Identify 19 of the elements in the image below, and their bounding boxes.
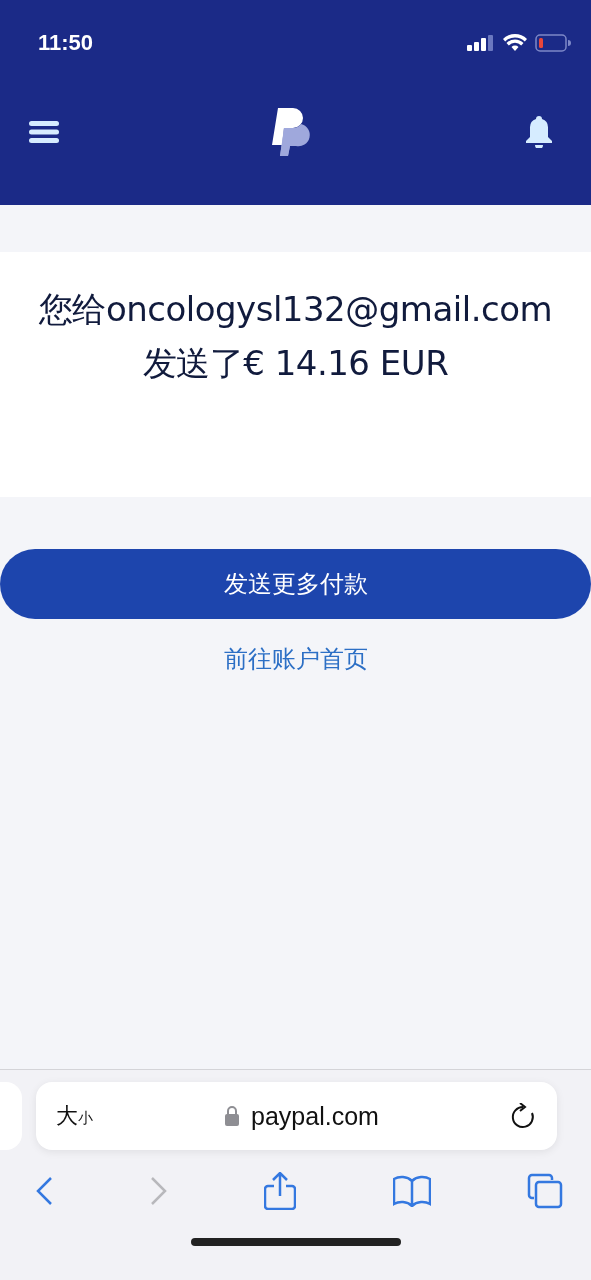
confirmation-message: 您给oncologysl132@gmail.com发送了€ 14.16 EUR: [37, 288, 554, 385]
share-icon[interactable]: [264, 1172, 296, 1210]
signal-icon: [467, 35, 495, 51]
book-icon[interactable]: [392, 1175, 431, 1207]
wifi-icon: [503, 34, 527, 52]
account-home-link[interactable]: 前往账户首页: [223, 643, 368, 675]
battery-icon: [535, 34, 571, 52]
text-size-button[interactable]: 大小: [56, 1101, 93, 1131]
send-more-button[interactable]: 发送更多付款: [0, 549, 591, 619]
menu-icon[interactable]: [29, 120, 59, 143]
notification-bell-icon[interactable]: [525, 115, 553, 148]
address-bar[interactable]: 大小 paypal.com: [36, 1082, 557, 1150]
reload-icon[interactable]: [511, 1103, 535, 1129]
back-icon[interactable]: [35, 1176, 53, 1206]
logo-icon: [272, 107, 312, 156]
lock-icon: [225, 1106, 240, 1126]
url-text: paypal.com: [251, 1101, 379, 1131]
status-time: 11:50: [38, 30, 94, 56]
tabs-icon[interactable]: [527, 1173, 563, 1209]
